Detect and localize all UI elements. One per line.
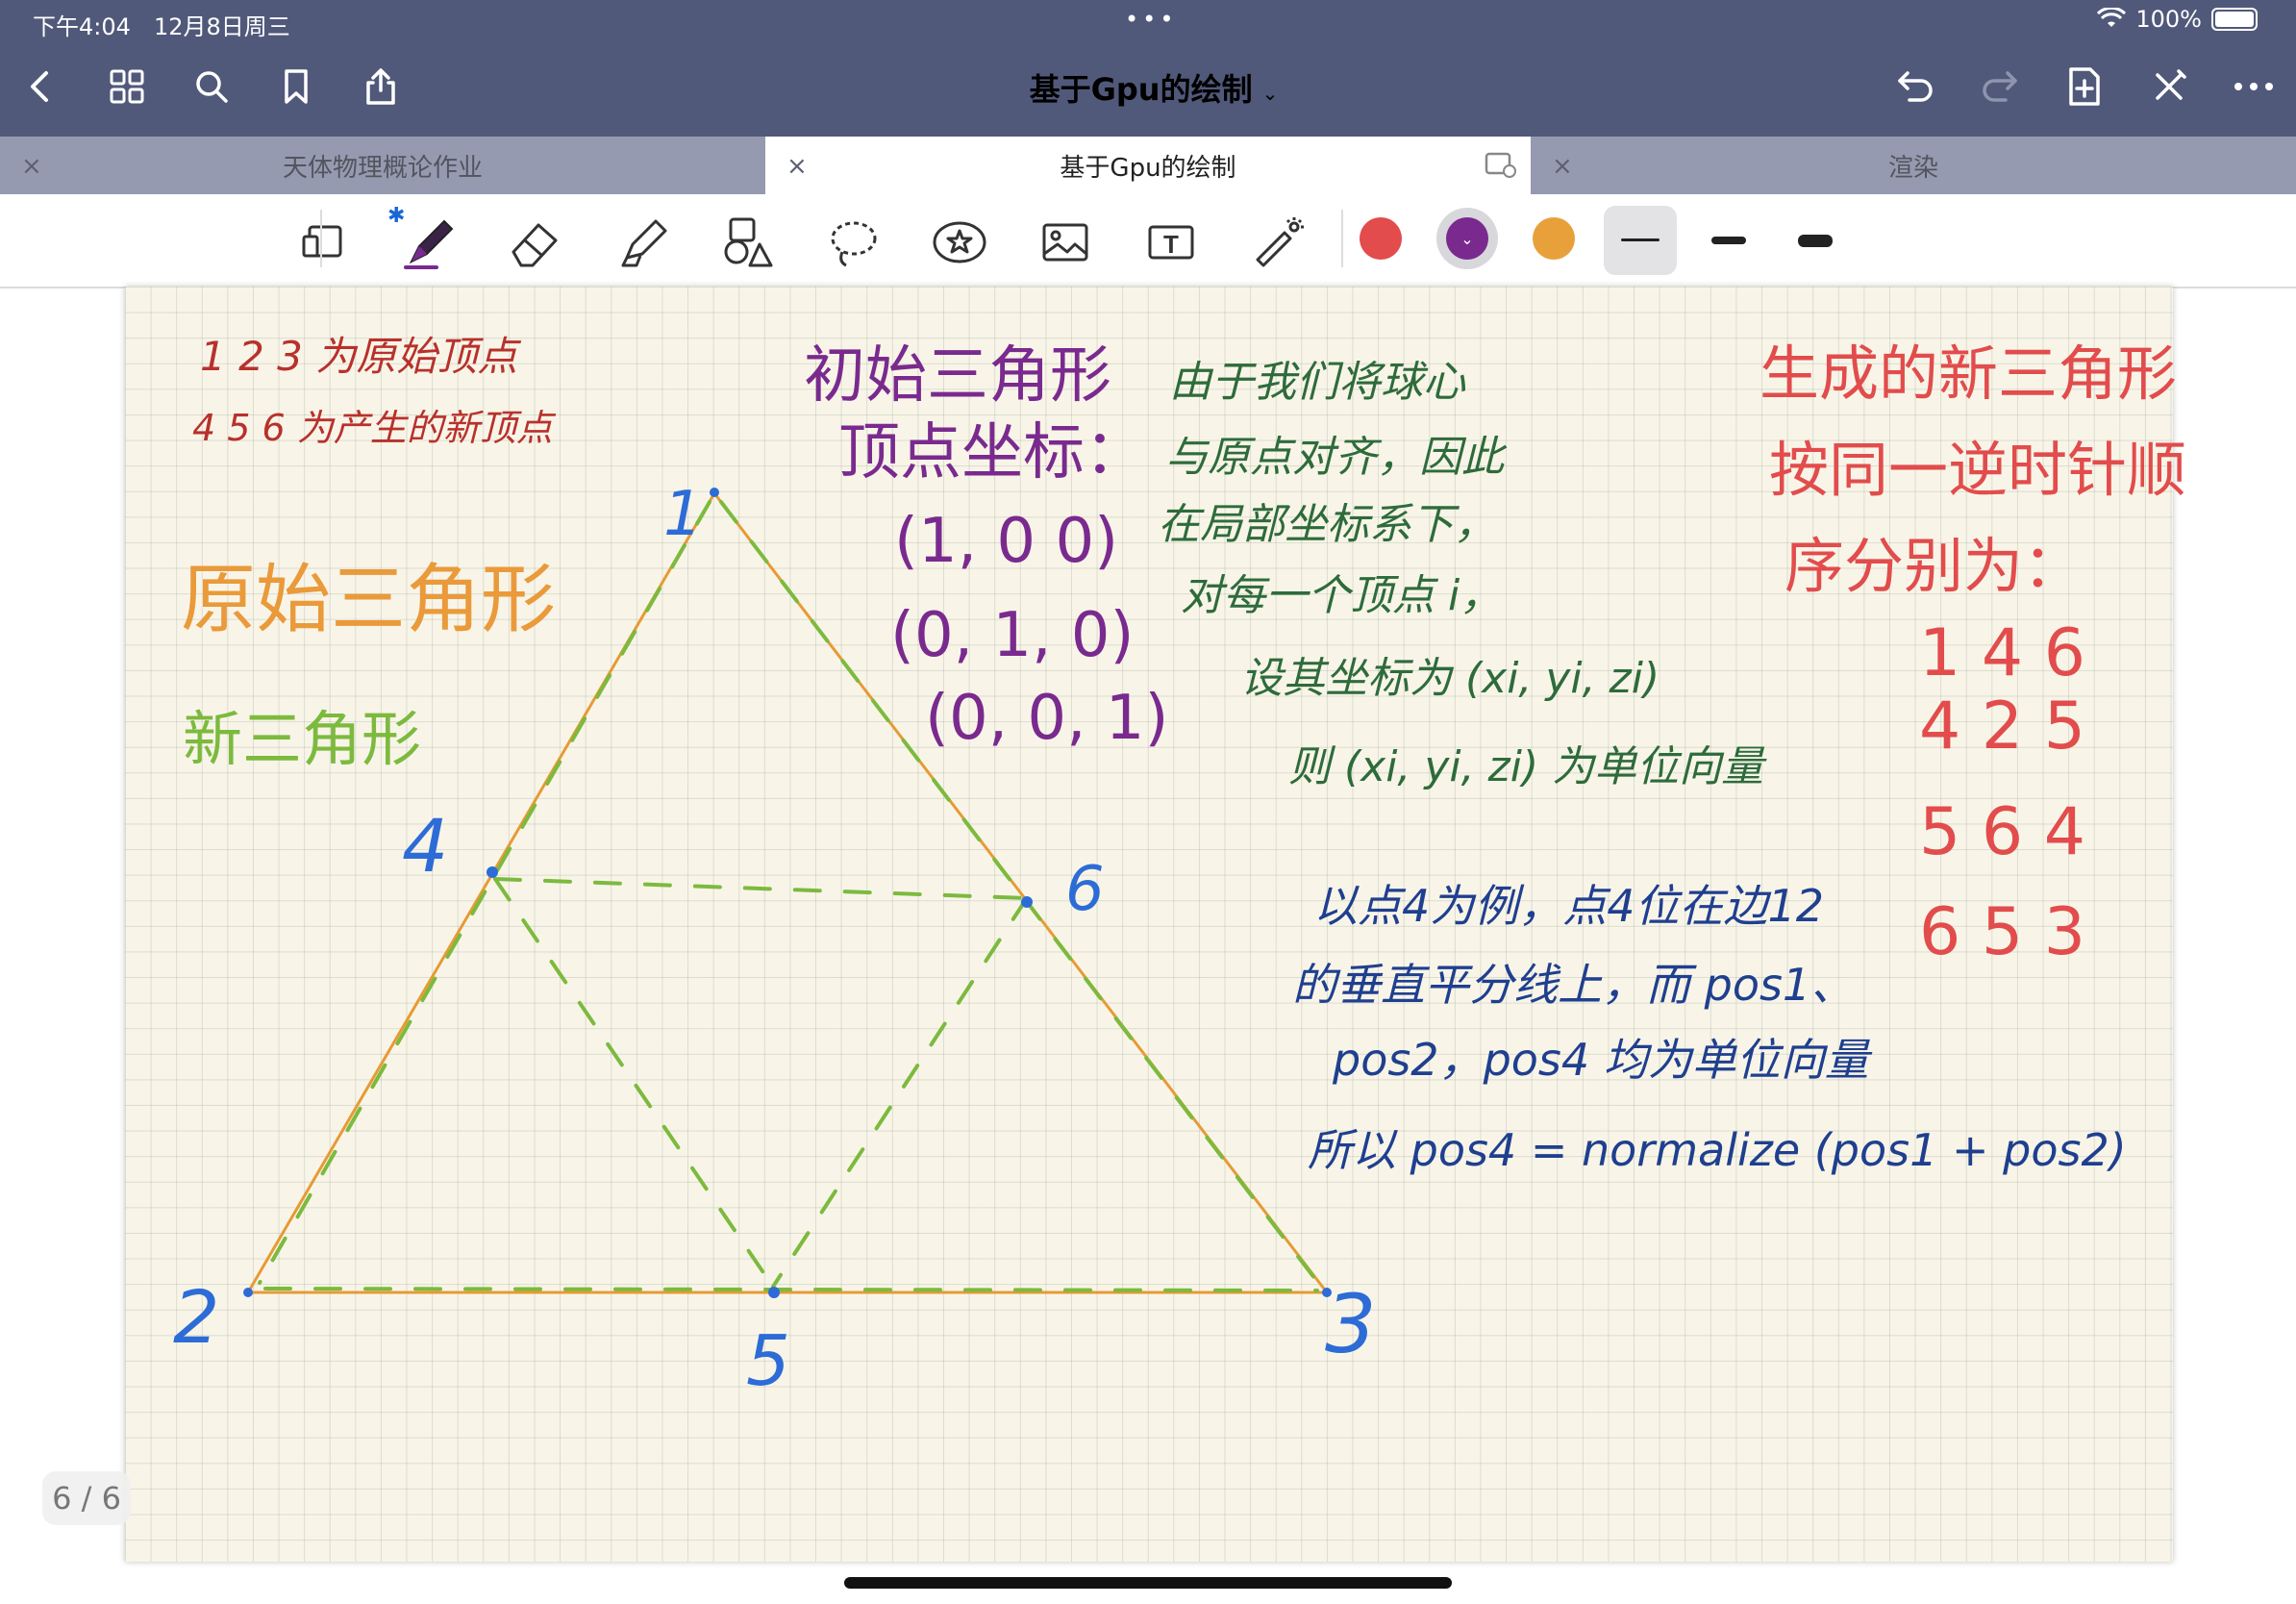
green-line-6: 则 (xi, yi, zi) 为单位向量	[1288, 742, 1767, 791]
vertex-legend: 1 2 3 为原始顶点 4 5 6 为产生的新顶点	[192, 333, 557, 449]
triangle-list-1: 1 4 6	[1919, 615, 2085, 691]
original-triangle-label: 原始三角形	[181, 557, 556, 643]
green-line-5: 设其坐标为 (xi, yi, zi)	[1240, 654, 1660, 703]
red-title-line-2: 按同一逆时针顺	[1769, 435, 2186, 505]
blue-line-3: pos2，pos4 均为单位向量	[1332, 1034, 1873, 1086]
vertex-label-3: 3	[1325, 1277, 1376, 1371]
triangle-list-2: 4 2 5	[1919, 689, 2085, 764]
vertex-label-5: 5	[746, 1320, 790, 1401]
initial-title-line-1: 初始三角形	[804, 340, 1111, 412]
triangle-list-4: 6 5 3	[1919, 894, 2085, 970]
red-title-line-3: 序分别为：	[1784, 531, 2083, 601]
blue-line-1: 以点4为例，点4位在边12	[1313, 880, 1824, 932]
initial-vertex-coords: 初始三角形 顶点坐标： (1, 0 0) (0, 1, 0) (0, 0, 1)	[804, 340, 1168, 754]
coord-vertex-3: (0, 0, 1)	[925, 683, 1168, 754]
red-title-line-1: 生成的新三角形	[1759, 338, 2177, 409]
new-triangle-label: 新三角形	[183, 704, 421, 774]
green-line-3: 在局部坐标系下，	[1158, 500, 1496, 549]
coord-vertex-2: (0, 1, 0)	[890, 600, 1134, 671]
page-indicator: 6 / 6	[42, 1471, 131, 1525]
green-line-4: 对每一个顶点 i，	[1181, 571, 1502, 620]
vertex-label-6: 6	[1065, 854, 1105, 925]
blue-line-4: 所以 pos4 = normalize (pos1 + pos2)	[1308, 1124, 2127, 1176]
blue-line-2: 的垂直平分线上，而 pos1、	[1292, 959, 1855, 1011]
new-triangle-order: 生成的新三角形 按同一逆时针顺 序分别为： 1 4 6 4 2 5 5 6 4 …	[1759, 338, 2186, 970]
coord-vertex-1: (1, 0 0)	[894, 506, 1118, 577]
triangle-list-3: 5 6 4	[1919, 794, 2085, 870]
vertex-label-1: 1	[663, 479, 703, 550]
initial-title-line-2: 顶点坐标：	[838, 417, 1146, 489]
green-line-2: 与原点对齐，因此	[1165, 433, 1508, 482]
sphere-explanation: 由于我们将球心 与原点对齐，因此 在局部坐标系下， 对每一个顶点 i， 设其坐标…	[1158, 358, 1767, 791]
green-line-1: 由于我们将球心	[1169, 358, 1466, 407]
vertex-label-4: 4	[402, 803, 448, 889]
handwritten-notes: 1 2 3 4 5 6 1 2 3 为原始顶点 4 5 6 为产生的新顶点 原始…	[173, 333, 2186, 1401]
vertex-label-2: 2	[173, 1274, 219, 1360]
legend-line-2: 4 5 6 为产生的新顶点	[192, 407, 557, 449]
home-indicator[interactable]	[844, 1577, 1452, 1589]
legend-line-1: 1 2 3 为原始顶点	[200, 333, 521, 380]
